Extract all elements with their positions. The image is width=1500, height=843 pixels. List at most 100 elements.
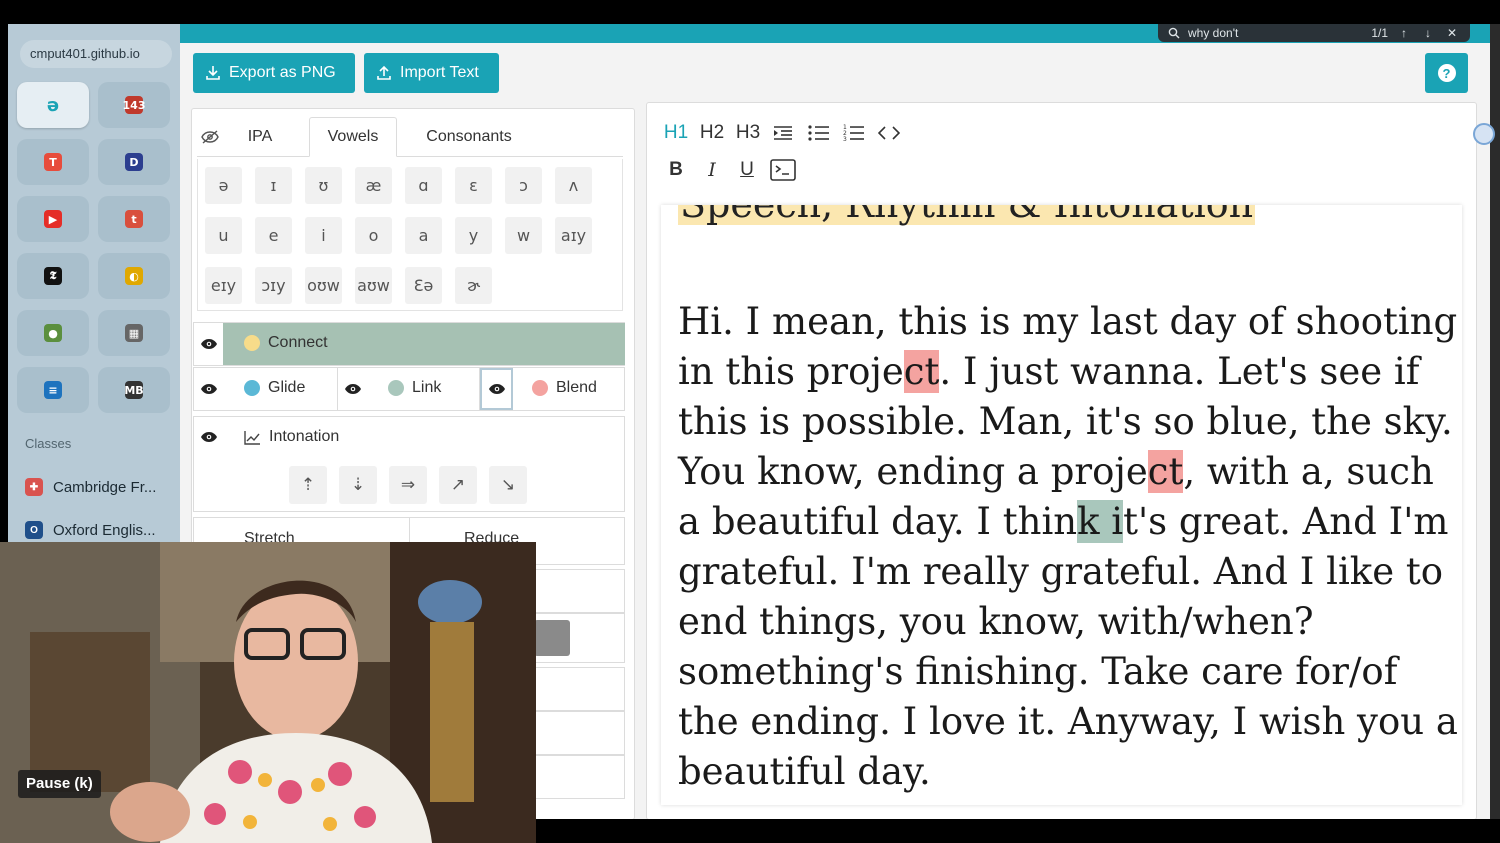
document-title: Speech, Rhythm & Intonation xyxy=(678,205,1256,225)
eye-icon[interactable] xyxy=(344,383,362,395)
pause-tooltip: Pause (k) xyxy=(18,770,101,798)
import-text-button[interactable]: Import Text xyxy=(364,53,499,93)
tab-consonants[interactable]: Consonants xyxy=(411,117,527,157)
eye-off-icon[interactable] xyxy=(201,130,219,144)
vowel-key[interactable]: u xyxy=(205,217,242,254)
vowel-key[interactable]: ɛ xyxy=(455,167,492,204)
import-label: Import Text xyxy=(400,64,479,81)
text-line: beautiful day. xyxy=(678,750,931,793)
eye-icon[interactable] xyxy=(200,383,218,395)
help-button[interactable]: ? xyxy=(1425,53,1468,93)
vowel-key[interactable]: Ɛə xyxy=(405,267,442,304)
tool-button[interactable] xyxy=(534,620,570,656)
find-close-icon[interactable]: ✕ xyxy=(1444,26,1460,40)
vowel-key[interactable]: ʌ xyxy=(555,167,592,204)
bookmark-label: Oxford Englis... xyxy=(53,521,156,539)
link-color-dot xyxy=(388,380,404,396)
vowel-key[interactable]: aʊw xyxy=(355,267,392,304)
app-143-tile[interactable]: 143 xyxy=(98,82,170,128)
intonation-row: Intonation xyxy=(193,416,625,458)
underline-button[interactable]: U xyxy=(736,158,758,182)
text-line: Hi. I mean, this is my last day of shoot… xyxy=(678,300,1458,343)
eye-icon[interactable] xyxy=(200,338,218,350)
numbered-list-icon[interactable]: 123 xyxy=(843,124,865,142)
italic-button[interactable]: I xyxy=(701,158,723,182)
code-icon[interactable] xyxy=(878,125,900,141)
down-step-arrow-button[interactable]: ↘ xyxy=(489,466,527,504)
document-body[interactable]: Hi. I mean, this is my last day of shoot… xyxy=(678,297,1458,797)
blend-highlight[interactable]: ct xyxy=(1147,450,1184,493)
app-nyt-tile[interactable]: 𝕿 xyxy=(17,253,89,299)
find-input[interactable]: why don't xyxy=(1188,26,1363,40)
vowel-key[interactable]: e xyxy=(255,217,292,254)
app-text-tile[interactable]: ≡ xyxy=(17,367,89,413)
indent-icon[interactable] xyxy=(773,125,793,141)
url-bar[interactable]: cmput401.github.io xyxy=(20,40,172,68)
screen: cmput401.github.io ə 143 T D ▶ t 𝕿 ◐ ● ▦ ≡ MB Class… xyxy=(0,0,1500,843)
app-mb-tile[interactable]: MB xyxy=(98,367,170,413)
bookmarks-section-label: Classes xyxy=(25,436,72,451)
level-arrow-button[interactable]: ⇒ xyxy=(389,466,427,504)
rise-arrow-button[interactable]: ⇡ xyxy=(289,466,327,504)
vowel-key[interactable]: i xyxy=(305,217,342,254)
up-step-arrow-button[interactable]: ↗ xyxy=(439,466,477,504)
bookmark-oxford[interactable]: O Oxford Englis... xyxy=(25,518,156,542)
app-grid-tile[interactable]: ▦ xyxy=(98,310,170,356)
vowel-key[interactable]: y xyxy=(455,217,492,254)
vowel-key[interactable]: oʊw xyxy=(305,267,342,304)
vowel-key[interactable]: w xyxy=(505,217,542,254)
eye-icon[interactable] xyxy=(200,431,218,443)
vowel-key[interactable]: o xyxy=(355,217,392,254)
export-label: Export as PNG xyxy=(229,64,336,81)
connect-button[interactable]: Connect xyxy=(244,334,328,352)
app-nyt-icon: 𝕿 xyxy=(44,267,62,285)
vowel-key[interactable]: eɪy xyxy=(205,267,242,304)
app-143-icon: 143 xyxy=(123,96,145,114)
vowel-key[interactable]: aɪy xyxy=(555,217,592,254)
extension-icon[interactable] xyxy=(1473,123,1495,145)
vowel-key[interactable]: a xyxy=(405,217,442,254)
heading-3-button[interactable]: H3 xyxy=(734,121,762,145)
app-people-tile[interactable]: ● xyxy=(17,310,89,356)
find-prev-icon[interactable]: ↑ xyxy=(1396,26,1412,40)
vowel-key[interactable]: ɔɪy xyxy=(255,267,292,304)
app-t-tile[interactable]: T xyxy=(17,139,89,185)
link-button[interactable]: Link xyxy=(388,379,441,397)
bold-button[interactable]: B xyxy=(665,158,687,182)
vowel-key[interactable]: ɚ xyxy=(455,267,492,304)
text-line: this is possible. Man, it's so blue, the… xyxy=(678,400,1453,443)
vowel-key[interactable]: ɔ xyxy=(505,167,542,204)
export-png-button[interactable]: Export as PNG xyxy=(193,53,355,93)
vowel-key[interactable]: ʊ xyxy=(305,167,342,204)
app-text-icon: ≡ xyxy=(44,381,62,399)
video-player[interactable]: Pause (k) xyxy=(0,542,536,843)
intonation-label: Intonation xyxy=(269,428,340,445)
link-highlight[interactable]: k i xyxy=(1077,500,1124,543)
glide-button[interactable]: Glide xyxy=(244,379,305,397)
cambridge-icon: ✚ xyxy=(25,478,43,496)
app-tumblr-tile[interactable]: t xyxy=(98,196,170,242)
app-ipa-tile[interactable]: ə xyxy=(17,82,89,128)
bullet-list-icon[interactable] xyxy=(808,125,830,141)
app-clock-tile[interactable]: ◐ xyxy=(98,253,170,299)
terminal-icon[interactable] xyxy=(770,159,796,181)
tab-vowels[interactable]: Vowels xyxy=(309,117,397,157)
intonation-button[interactable]: Intonation xyxy=(244,428,339,446)
blend-highlight[interactable]: ct xyxy=(903,350,940,393)
app-youtube-tile[interactable]: ▶ xyxy=(17,196,89,242)
tab-ipa[interactable]: IPA xyxy=(231,117,289,157)
find-next-icon[interactable]: ↓ xyxy=(1420,26,1436,40)
heading-1-button[interactable]: H1 xyxy=(663,121,689,145)
document-page[interactable]: Speech, Rhythm & Intonation Hi. I mean, … xyxy=(661,205,1462,805)
bookmark-cambridge[interactable]: ✚ Cambridge Fr... xyxy=(25,475,156,499)
app-d-tile[interactable]: D xyxy=(98,139,170,185)
vowel-key[interactable]: ɑ xyxy=(405,167,442,204)
vowel-key[interactable]: ə xyxy=(205,167,242,204)
vowel-key[interactable]: ɪ xyxy=(255,167,292,204)
blend-button[interactable]: Blend xyxy=(532,379,597,397)
heading-2-button[interactable]: H2 xyxy=(698,121,726,145)
vowel-key[interactable]: æ xyxy=(355,167,392,204)
fall-arrow-button[interactable]: ⇣ xyxy=(339,466,377,504)
bookmark-label: Cambridge Fr... xyxy=(53,478,157,496)
blend-eye-toggle[interactable] xyxy=(480,368,513,410)
